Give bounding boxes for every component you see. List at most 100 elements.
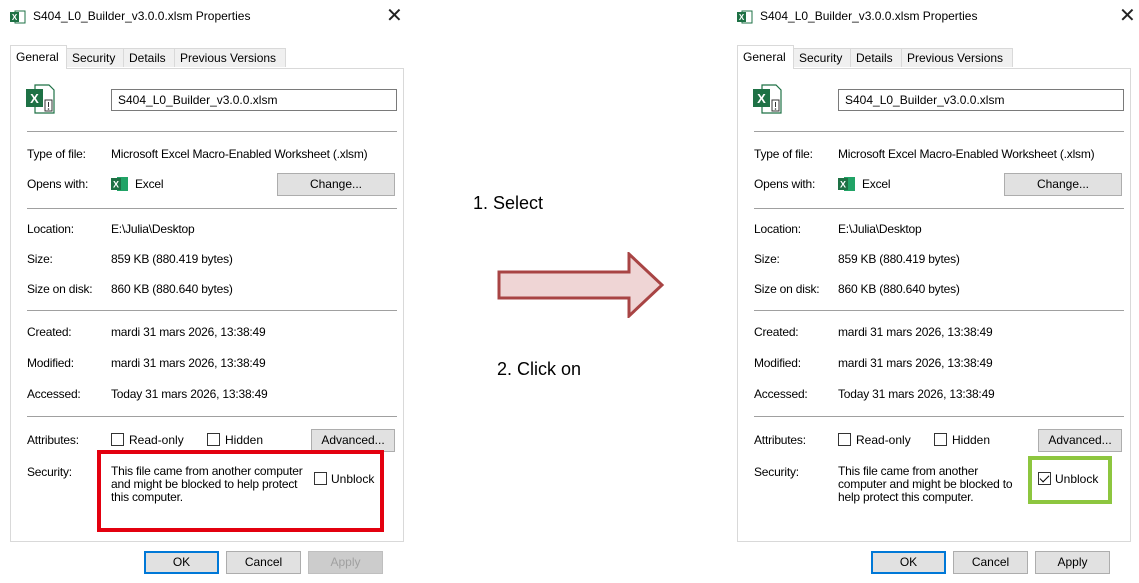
tab-security[interactable]: Security [66,48,124,67]
advanced-button[interactable]: Advanced... [311,429,395,452]
size-on-disk-label: Size on disk: [27,282,93,296]
divider [27,208,397,209]
general-tab-panel: X S404_L0_Builder_v3.0.0.xlsm Type of fi… [737,68,1131,542]
accessed-value: Today 31 mars 2026, 13:38:49 [111,387,268,401]
hidden-label: Hidden [225,433,264,447]
apply-button[interactable]: Apply [1035,551,1110,574]
size-on-disk-label: Size on disk: [754,282,820,296]
svg-text:X: X [30,91,39,106]
divider [754,416,1124,417]
filename-field[interactable]: S404_L0_Builder_v3.0.0.xlsm [111,89,397,111]
dialog-title: S404_L0_Builder_v3.0.0.xlsm Properties [33,9,251,23]
advanced-button[interactable]: Advanced... [1038,429,1122,452]
cancel-button[interactable]: Cancel [226,551,301,574]
attributes-label: Attributes: [27,433,79,447]
read-only-checkbox[interactable] [111,433,124,446]
security-label: Security: [754,465,799,479]
tab-general[interactable]: General [737,45,794,69]
security-message: This file came from another computer and… [838,464,1013,504]
tab-security[interactable]: Security [793,48,851,67]
tab-previous-versions[interactable]: Previous Versions [901,48,1013,67]
excel-app-icon: X [838,177,855,191]
type-of-file-value: Microsoft Excel Macro-Enabled Worksheet … [111,147,368,161]
dialog-title: S404_L0_Builder_v3.0.0.xlsm Properties [760,9,978,23]
svg-text:X: X [739,13,745,22]
opens-with-label: Opens with: [754,177,816,191]
change-button[interactable]: Change... [1004,173,1122,196]
close-icon[interactable]: ✕ [386,3,403,29]
modified-label: Modified: [754,356,801,370]
created-value: mardi 31 mars 2026, 13:38:49 [111,325,266,339]
divider [27,131,397,132]
dialog-buttons: OK Cancel Apply [727,551,1139,579]
opens-with-value: Excel [135,177,164,191]
accessed-value: Today 31 mars 2026, 13:38:49 [838,387,995,401]
hidden-checkbox[interactable] [934,433,947,446]
size-on-disk-value: 860 KB (880.640 bytes) [838,282,960,296]
type-of-file-label: Type of file: [754,147,813,161]
read-only-label: Read-only [129,433,184,447]
tab-previous-versions[interactable]: Previous Versions [174,48,286,67]
location-value: E:\Julia\Desktop [111,222,195,236]
opens-with-value: Excel [862,177,891,191]
excel-app-icon: X [111,177,128,191]
properties-dialog-before: X S404_L0_Builder_v3.0.0.xlsm Properties… [0,0,412,583]
svg-text:X: X [840,180,846,190]
ok-button[interactable]: OK [144,551,219,574]
arrow-right-icon [497,252,665,318]
accessed-label: Accessed: [27,387,81,401]
excel-file-icon: X [737,10,753,24]
tab-details[interactable]: Details [850,48,902,67]
close-icon[interactable]: ✕ [1119,3,1136,29]
created-label: Created: [754,325,799,339]
filename-field[interactable]: S404_L0_Builder_v3.0.0.xlsm [838,89,1124,111]
divider [754,131,1124,132]
step-1-instruction: 1. Select [473,193,544,213]
cancel-button[interactable]: Cancel [953,551,1028,574]
size-value: 859 KB (880.419 bytes) [111,252,233,266]
title-bar: X S404_L0_Builder_v3.0.0.xlsm Properties… [0,0,412,34]
created-label: Created: [27,325,72,339]
ok-button[interactable]: OK [871,551,946,574]
modified-label: Modified: [27,356,74,370]
size-value: 859 KB (880.419 bytes) [838,252,960,266]
read-only-checkbox[interactable] [838,433,851,446]
modified-value: mardi 31 mars 2026, 13:38:49 [111,356,266,370]
unblock-highlight-frame [97,450,384,532]
created-value: mardi 31 mars 2026, 13:38:49 [838,325,993,339]
tab-general[interactable]: General [10,45,67,69]
modified-value: mardi 31 mars 2026, 13:38:49 [838,356,993,370]
title-bar: X S404_L0_Builder_v3.0.0.xlsm Properties… [727,0,1139,34]
excel-file-icon: X [10,10,26,24]
hidden-checkbox[interactable] [207,433,220,446]
properties-dialog-after: X S404_L0_Builder_v3.0.0.xlsm Properties… [727,0,1139,583]
size-label: Size: [27,252,53,266]
security-label: Security: [27,465,72,479]
hidden-label: Hidden [952,433,991,447]
tab-details[interactable]: Details [123,48,175,67]
accessed-label: Accessed: [754,387,808,401]
excel-file-icon: X [753,84,782,114]
opens-with-label: Opens with: [27,177,89,191]
unblock-highlight-frame [1028,456,1112,504]
svg-text:X: X [757,91,766,106]
size-label: Size: [754,252,780,266]
apply-button[interactable]: Apply [308,551,383,574]
general-tab-panel: X S404_L0_Builder_v3.0.0.xlsm Type of fi… [10,68,404,542]
read-only-label: Read-only [856,433,911,447]
divider [754,208,1124,209]
change-button[interactable]: Change... [277,173,395,196]
type-of-file-value: Microsoft Excel Macro-Enabled Worksheet … [838,147,1095,161]
location-label: Location: [27,222,74,236]
svg-text:X: X [113,180,119,190]
location-value: E:\Julia\Desktop [838,222,922,236]
step-2-instruction: 2. Click on [497,359,582,379]
divider [27,416,397,417]
dialog-buttons: OK Cancel Apply [0,551,412,579]
size-on-disk-value: 860 KB (880.640 bytes) [111,282,233,296]
type-of-file-label: Type of file: [27,147,86,161]
divider [754,310,1124,311]
location-label: Location: [754,222,801,236]
attributes-label: Attributes: [754,433,806,447]
excel-file-icon: X [26,84,55,114]
